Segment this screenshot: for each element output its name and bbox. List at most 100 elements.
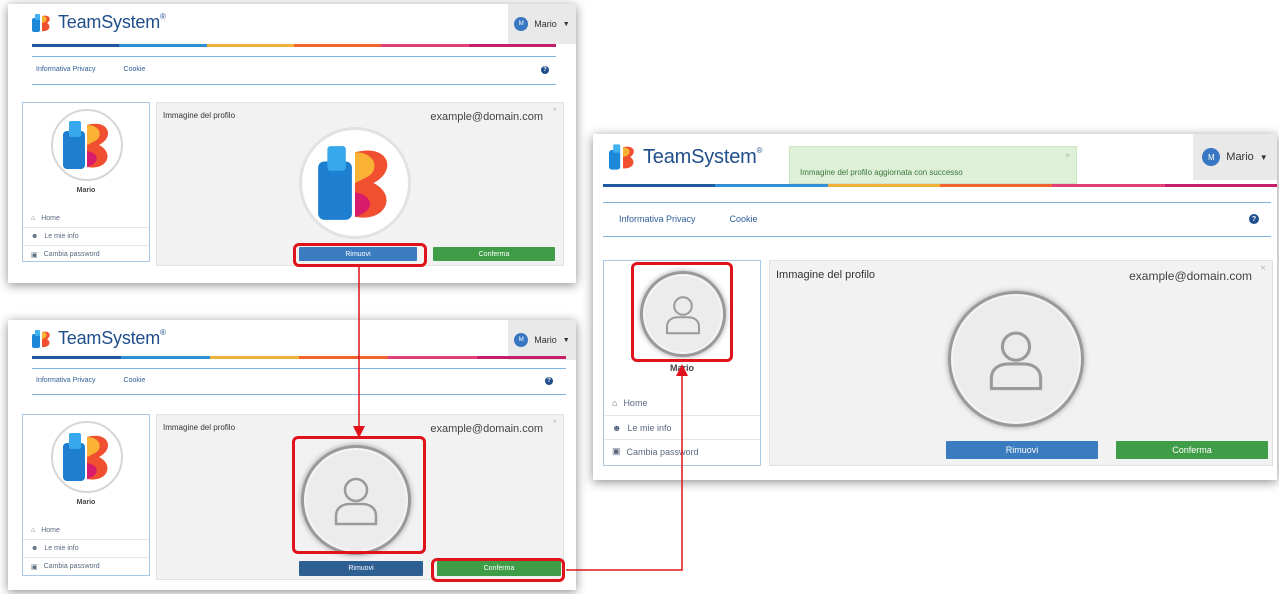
user-icon: ☻ xyxy=(31,233,39,240)
app-header: TeamSystem® M Mario ▼ xyxy=(8,4,576,44)
brand-name: TeamSystem® xyxy=(643,145,763,168)
teamsystem-logo[interactable]: TeamSystem® xyxy=(609,144,762,170)
divider xyxy=(32,84,556,85)
highlight-sidebar-avatar xyxy=(631,262,733,362)
user-menu[interactable]: M Mario ▼ xyxy=(1193,134,1277,180)
help-icon[interactable]: ? xyxy=(545,377,553,385)
brand-stripe xyxy=(32,44,556,47)
sidebar-menu: ⌂ Home ☻ Le mie info ▣ Cambia password xyxy=(604,391,760,463)
toast-message: Immagine del profilo aggiornata con succ… xyxy=(800,168,963,177)
remove-button[interactable]: Rimuovi xyxy=(299,561,423,576)
confirm-button[interactable]: Conferma xyxy=(1116,441,1268,459)
screenshot-step-1: TeamSystem® M Mario ▼ Informativa Privac… xyxy=(8,4,576,283)
teamsystem-avatar-icon xyxy=(63,121,109,169)
sidebar-user-name: Mario xyxy=(669,363,694,373)
help-icon[interactable]: ? xyxy=(541,66,549,74)
card-title: Immagine del profilo xyxy=(163,111,236,120)
card-title: Immagine del profilo xyxy=(776,269,876,281)
user-icon: ☻ xyxy=(612,422,622,433)
app-header: TeamSystem® M Mario ▼ xyxy=(8,320,576,360)
close-icon[interactable]: × xyxy=(552,105,557,114)
cookie-link[interactable]: Cookie xyxy=(124,66,146,73)
sidebar-item-info[interactable]: ☻ Le mie info xyxy=(23,227,149,245)
divider xyxy=(603,236,1271,237)
cookie-link[interactable]: Cookie xyxy=(124,377,146,384)
profile-sidebar: Mario ⌂ Home ☻ Le mie info ▣ Cambia passwor… xyxy=(22,102,150,262)
profile-sidebar: Mario ⌂ Home ☻ Le mie info ▣ Cambia passwor… xyxy=(22,414,150,576)
sidebar-user-name: Mario xyxy=(76,499,96,506)
user-avatar: M xyxy=(514,333,529,347)
divider xyxy=(32,56,556,57)
sidebar-item-home[interactable]: ⌂ Home xyxy=(604,391,760,415)
divider xyxy=(32,394,566,395)
remove-button[interactable]: Rimuovi xyxy=(946,441,1098,459)
user-placeholder-icon xyxy=(989,331,1043,391)
teamsystem-avatar-icon xyxy=(63,433,109,481)
user-name: Mario xyxy=(534,335,557,345)
sidebar-item-info[interactable]: ☻ Le mie info xyxy=(23,539,149,557)
privacy-link[interactable]: Informativa Privacy xyxy=(619,214,696,224)
close-icon[interactable]: × xyxy=(552,417,557,426)
sidebar-item-password[interactable]: ▣ Cambia password xyxy=(23,245,149,263)
screenshot-step-2: TeamSystem® M Mario ▼ Informativa Privac… xyxy=(8,320,576,590)
highlight-remove-button xyxy=(293,243,427,267)
home-icon: ⌂ xyxy=(31,526,36,534)
profile-image-card: Immagine del profilo example@domain.com … xyxy=(156,102,564,266)
user-name: Mario xyxy=(1226,151,1254,163)
brand-name: TeamSystem® xyxy=(58,328,166,348)
user-icon: ☻ xyxy=(31,545,39,552)
divider xyxy=(32,368,566,369)
card-title: Immagine del profilo xyxy=(163,423,236,432)
lock-icon: ▣ xyxy=(31,251,38,259)
sidebar-item-info[interactable]: ☻ Le mie info xyxy=(604,415,760,439)
teamsystem-logo-icon xyxy=(32,13,50,32)
sidebar-menu: ⌂ Home ☻ Le mie info ▣ Cambia password xyxy=(23,521,149,575)
screenshot-step-3: TeamSystem® M Mario ▼ Immagine del profi… xyxy=(593,134,1277,480)
chevron-down-icon: ▼ xyxy=(562,20,570,28)
home-icon: ⌂ xyxy=(612,398,618,408)
user-avatar: M xyxy=(514,17,529,31)
footer-nav: Informativa Privacy Cookie xyxy=(36,66,145,73)
sidebar-user-name: Mario xyxy=(76,187,96,194)
brand-stripe xyxy=(32,356,566,359)
profile-avatar xyxy=(51,421,123,493)
user-email: example@domain.com xyxy=(430,423,543,435)
chevron-down-icon: ▼ xyxy=(1259,152,1268,162)
home-icon: ⌂ xyxy=(31,214,36,222)
success-toast: Immagine del profilo aggiornata con succ… xyxy=(789,146,1077,184)
teamsystem-avatar-icon xyxy=(318,146,388,220)
confirm-button[interactable]: Conferma xyxy=(433,247,555,261)
sidebar-item-password[interactable]: ▣ Cambia password xyxy=(604,439,760,463)
profile-image-preview xyxy=(299,127,411,239)
sidebar-item-home[interactable]: ⌂ Home xyxy=(23,209,149,227)
privacy-link[interactable]: Informativa Privacy xyxy=(36,66,96,73)
sidebar-menu: ⌂ Home ☻ Le mie info ▣ Cambia password xyxy=(23,209,149,263)
divider xyxy=(603,202,1271,203)
footer-nav: Informativa Privacy Cookie xyxy=(36,377,145,384)
sidebar-item-password[interactable]: ▣ Cambia password xyxy=(23,557,149,575)
brand-stripe xyxy=(603,184,1277,187)
user-name: Mario xyxy=(534,19,557,29)
lock-icon: ▣ xyxy=(31,563,38,571)
cookie-link[interactable]: Cookie xyxy=(730,214,758,224)
user-email: example@domain.com xyxy=(430,111,543,123)
highlight-placeholder xyxy=(292,436,426,554)
teamsystem-logo-icon xyxy=(609,144,634,170)
privacy-link[interactable]: Informativa Privacy xyxy=(36,377,96,384)
teamsystem-logo[interactable]: TeamSystem® xyxy=(32,328,166,349)
user-menu[interactable]: M Mario ▼ xyxy=(508,320,576,360)
user-avatar: M xyxy=(1202,148,1221,166)
brand-name: TeamSystem® xyxy=(58,12,166,32)
teamsystem-logo[interactable]: TeamSystem® xyxy=(32,12,166,33)
help-icon[interactable]: ? xyxy=(1249,214,1259,224)
sidebar-item-home[interactable]: ⌂ Home xyxy=(23,521,149,539)
chevron-down-icon: ▼ xyxy=(562,336,570,344)
user-email: example@domain.com xyxy=(1129,269,1252,283)
profile-avatar xyxy=(51,109,123,181)
user-menu[interactable]: M Mario ▼ xyxy=(508,4,576,44)
highlight-confirm-button xyxy=(431,558,565,582)
close-icon[interactable]: × xyxy=(1065,151,1070,160)
close-icon[interactable]: × xyxy=(1260,263,1266,274)
teamsystem-logo-icon xyxy=(32,329,50,348)
lock-icon: ▣ xyxy=(612,446,621,456)
